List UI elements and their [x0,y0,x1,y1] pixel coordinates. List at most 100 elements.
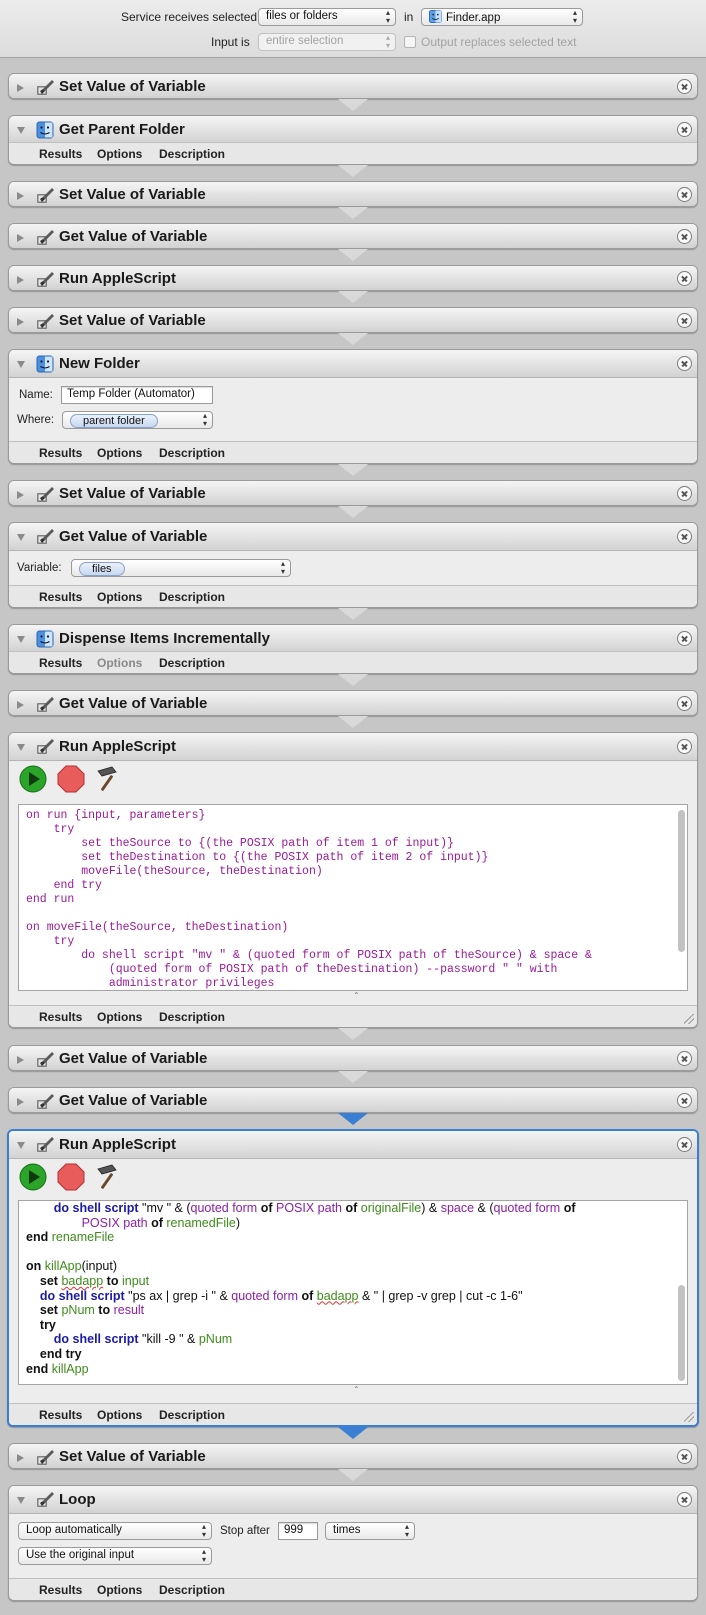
action-get-value-of-variable[interactable]: Get Value of Variable Variable: files ▴ ▾… [8,522,698,608]
close-icon[interactable] [677,1449,692,1464]
scrollbar-thumb[interactable] [678,810,685,952]
stop-script-icon[interactable] [57,765,85,793]
disclosure-triangle-icon[interactable] [17,701,24,709]
action-title-bar[interactable]: Loop [9,1486,697,1514]
description-tab[interactable]: Description [159,590,225,604]
close-icon[interactable] [677,1093,692,1108]
scrollbar-thumb[interactable] [678,1285,685,1381]
description-tab[interactable]: Description [159,1583,225,1597]
disclosure-triangle-icon[interactable] [17,192,24,200]
close-icon[interactable] [677,696,692,711]
action-dispense-items-incrementally[interactable]: Dispense Items Incrementally Results Opt… [8,624,698,674]
action-title-bar[interactable]: Get Parent Folder [9,116,697,144]
description-tab[interactable]: Description [159,446,225,460]
run-script-icon[interactable] [19,1163,47,1191]
script-scrollbar[interactable] [677,807,686,988]
action-title-bar[interactable]: Run AppleScript [9,733,697,761]
action-set-value-of-variable[interactable]: Set Value of Variable [8,1443,698,1469]
action-set-value-of-variable[interactable]: Set Value of Variable [8,73,698,99]
action-title-bar[interactable]: Get Value of Variable [9,1046,697,1070]
action-title-bar[interactable]: New Folder [9,350,697,378]
disclosure-triangle-icon[interactable] [17,1142,25,1149]
action-title-bar[interactable]: Get Value of Variable [9,224,697,248]
run-script-icon[interactable] [19,765,47,793]
disclosure-triangle-icon[interactable] [17,318,24,326]
results-tab[interactable]: Results [39,590,82,604]
results-tab[interactable]: Results [39,656,82,670]
action-title-bar[interactable]: Set Value of Variable [9,182,697,206]
action-get-value-of-variable[interactable]: Get Value of Variable [8,1045,698,1071]
script-editor[interactable]: do shell script "mv " & (quoted form of … [18,1200,688,1385]
options-tab[interactable]: Options [97,1010,142,1024]
action-run-applescript[interactable]: Run AppleScript on run {input, parameter… [8,732,698,1028]
disclosure-triangle-icon[interactable] [17,84,24,92]
script-editor[interactable]: on run {input, parameters} try set theSo… [18,804,688,991]
disclosure-triangle-icon[interactable] [17,1056,24,1064]
stop-script-icon[interactable] [57,1163,85,1191]
disclosure-triangle-icon[interactable] [17,744,25,751]
options-tab[interactable]: Options [97,590,142,604]
disclosure-triangle-icon[interactable] [17,1098,24,1106]
action-loop[interactable]: Loop Loop automatically ▴ ▾ Stop after 99… [8,1485,698,1601]
action-title-bar[interactable]: Run AppleScript [9,266,697,290]
options-tab[interactable]: Options [97,1583,142,1597]
close-icon[interactable] [677,313,692,328]
action-title-bar[interactable]: Get Value of Variable [9,691,697,715]
action-set-value-of-variable[interactable]: Set Value of Variable [8,480,698,506]
options-tab[interactable]: Options [97,446,142,460]
disclosure-triangle-icon[interactable] [17,1454,24,1462]
description-tab[interactable]: Description [159,147,225,161]
stop-unit-popup[interactable]: times ▴ ▾ [325,1522,415,1540]
close-icon[interactable] [677,739,692,754]
close-icon[interactable] [677,229,692,244]
disclosure-triangle-icon[interactable] [17,361,25,368]
results-tab[interactable]: Results [39,1010,82,1024]
disclosure-triangle-icon[interactable] [17,276,24,284]
results-tab[interactable]: Results [39,1583,82,1597]
compile-hammer-icon[interactable] [93,1163,121,1191]
options-tab[interactable]: Options [97,1408,142,1422]
loop-mode-popup[interactable]: Loop automatically ▴ ▾ [18,1522,212,1540]
results-tab[interactable]: Results [39,147,82,161]
split-resize-handle[interactable]: ⌃ [353,1385,360,1394]
description-tab[interactable]: Description [159,1010,225,1024]
options-tab[interactable]: Options [97,147,142,161]
resize-grip-icon[interactable] [684,1014,694,1024]
close-icon[interactable] [677,271,692,286]
where-popup[interactable]: parent folder ▴ ▾ [62,411,213,429]
disclosure-triangle-icon[interactable] [17,127,25,134]
variable-popup[interactable]: files ▴ ▾ [71,559,291,577]
stop-after-input[interactable]: 999 [278,1522,318,1540]
action-title-bar[interactable]: Get Value of Variable [9,1088,697,1112]
script-scrollbar[interactable] [677,1203,686,1382]
action-title-bar[interactable]: Set Value of Variable [9,308,697,332]
loop-input-popup[interactable]: Use the original input ▴ ▾ [18,1547,212,1565]
action-title-bar[interactable]: Run AppleScript [9,1131,697,1159]
action-get-value-of-variable[interactable]: Get Value of Variable [8,1087,698,1113]
action-title-bar[interactable]: Set Value of Variable [9,1444,697,1468]
action-get-value-of-variable[interactable]: Get Value of Variable [8,223,698,249]
description-tab[interactable]: Description [159,656,225,670]
description-tab[interactable]: Description [159,1408,225,1422]
disclosure-triangle-icon[interactable] [17,534,25,541]
action-set-value-of-variable[interactable]: Set Value of Variable [8,307,698,333]
action-title-bar[interactable]: Get Value of Variable [9,523,697,551]
input-is-popup[interactable]: entire selection ▴ ▾ [258,33,396,51]
close-icon[interactable] [677,529,692,544]
results-tab[interactable]: Results [39,446,82,460]
action-new-folder[interactable]: New Folder Name: Temp Folder (Automator)… [8,349,698,464]
close-icon[interactable] [677,79,692,94]
folder-name-input[interactable]: Temp Folder (Automator) [61,386,213,404]
resize-grip-icon[interactable] [684,1412,694,1422]
application-popup[interactable]: Finder.app ▴ ▾ [421,8,583,26]
action-get-value-of-variable[interactable]: Get Value of Variable [8,690,698,716]
disclosure-triangle-icon[interactable] [17,636,25,643]
action-get-parent-folder[interactable]: Get Parent Folder Results Options Descri… [8,115,698,165]
split-resize-handle[interactable]: ⌃ [353,991,360,1000]
results-tab[interactable]: Results [39,1408,82,1422]
close-icon[interactable] [677,356,692,371]
compile-hammer-icon[interactable] [93,765,121,793]
disclosure-triangle-icon[interactable] [17,1497,25,1504]
action-run-applescript[interactable]: Run AppleScript [8,265,698,291]
output-replaces-checkbox[interactable] [404,36,416,48]
